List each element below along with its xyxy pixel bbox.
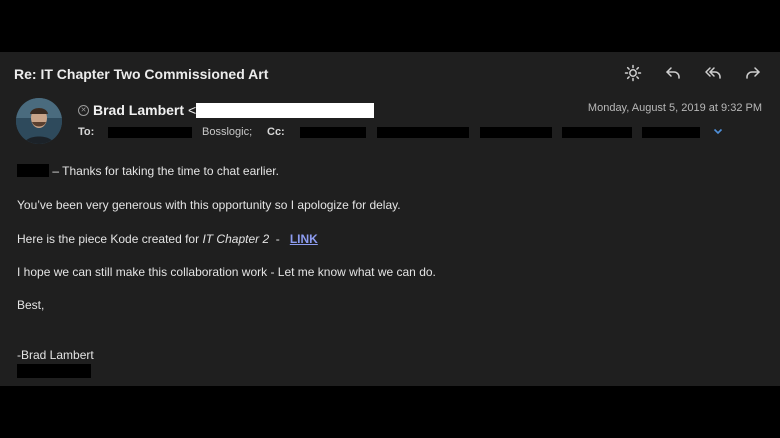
recipients-row: To: Bosslogic; Cc: — [78, 126, 758, 140]
sender-name[interactable]: Brad Lambert — [93, 102, 184, 118]
art-link[interactable]: LINK — [290, 232, 318, 246]
redacted-cc-recipient — [300, 127, 366, 138]
to-label: To: — [78, 126, 95, 138]
redacted-recipient — [108, 127, 192, 138]
sender-row: ✕ Brad Lambert < — [78, 102, 375, 118]
body-line-3: Here is the piece Kode created for IT Ch… — [17, 232, 318, 246]
to-recipient[interactable]: Bosslogic; — [202, 126, 252, 138]
body-line-4: I hope we can still make this collaborat… — [17, 265, 436, 279]
signature-name: -Brad Lambert — [17, 348, 94, 362]
email-toolbar — [624, 64, 762, 82]
redacted-recipient-name — [17, 164, 49, 177]
reply-icon[interactable] — [664, 64, 682, 82]
redacted-cc-recipient — [480, 127, 552, 138]
close-circle-icon[interactable]: ✕ — [78, 104, 89, 116]
email-subject: Re: IT Chapter Two Commissioned Art — [14, 66, 269, 82]
email-date: Monday, August 5, 2019 at 9:32 PM — [587, 102, 762, 114]
work-title: IT Chapter 2 — [202, 232, 270, 246]
forward-icon[interactable] — [744, 64, 762, 82]
brightness-icon[interactable] — [624, 64, 642, 82]
redacted-signature-detail — [17, 364, 91, 378]
cc-label: Cc: — [267, 126, 285, 138]
sender-avatar — [16, 98, 62, 144]
redacted-cc-recipient — [562, 127, 632, 138]
body-line-2: You’ve been very generous with this oppo… — [17, 198, 401, 212]
sender-email-bracket: < — [188, 102, 197, 118]
chevron-down-icon[interactable] — [712, 125, 724, 137]
body-line-sign-off: Best, — [17, 298, 45, 312]
body-line-greeting: – Thanks for taking the time to chat ear… — [17, 164, 279, 178]
reply-all-icon[interactable] — [704, 64, 722, 82]
redacted-cc-recipient — [377, 127, 469, 138]
email-window: Re: IT Chapter Two Commissioned Art ✕ Br… — [0, 52, 780, 386]
redacted-sender-email — [196, 102, 375, 118]
redacted-cc-recipient — [642, 127, 700, 138]
